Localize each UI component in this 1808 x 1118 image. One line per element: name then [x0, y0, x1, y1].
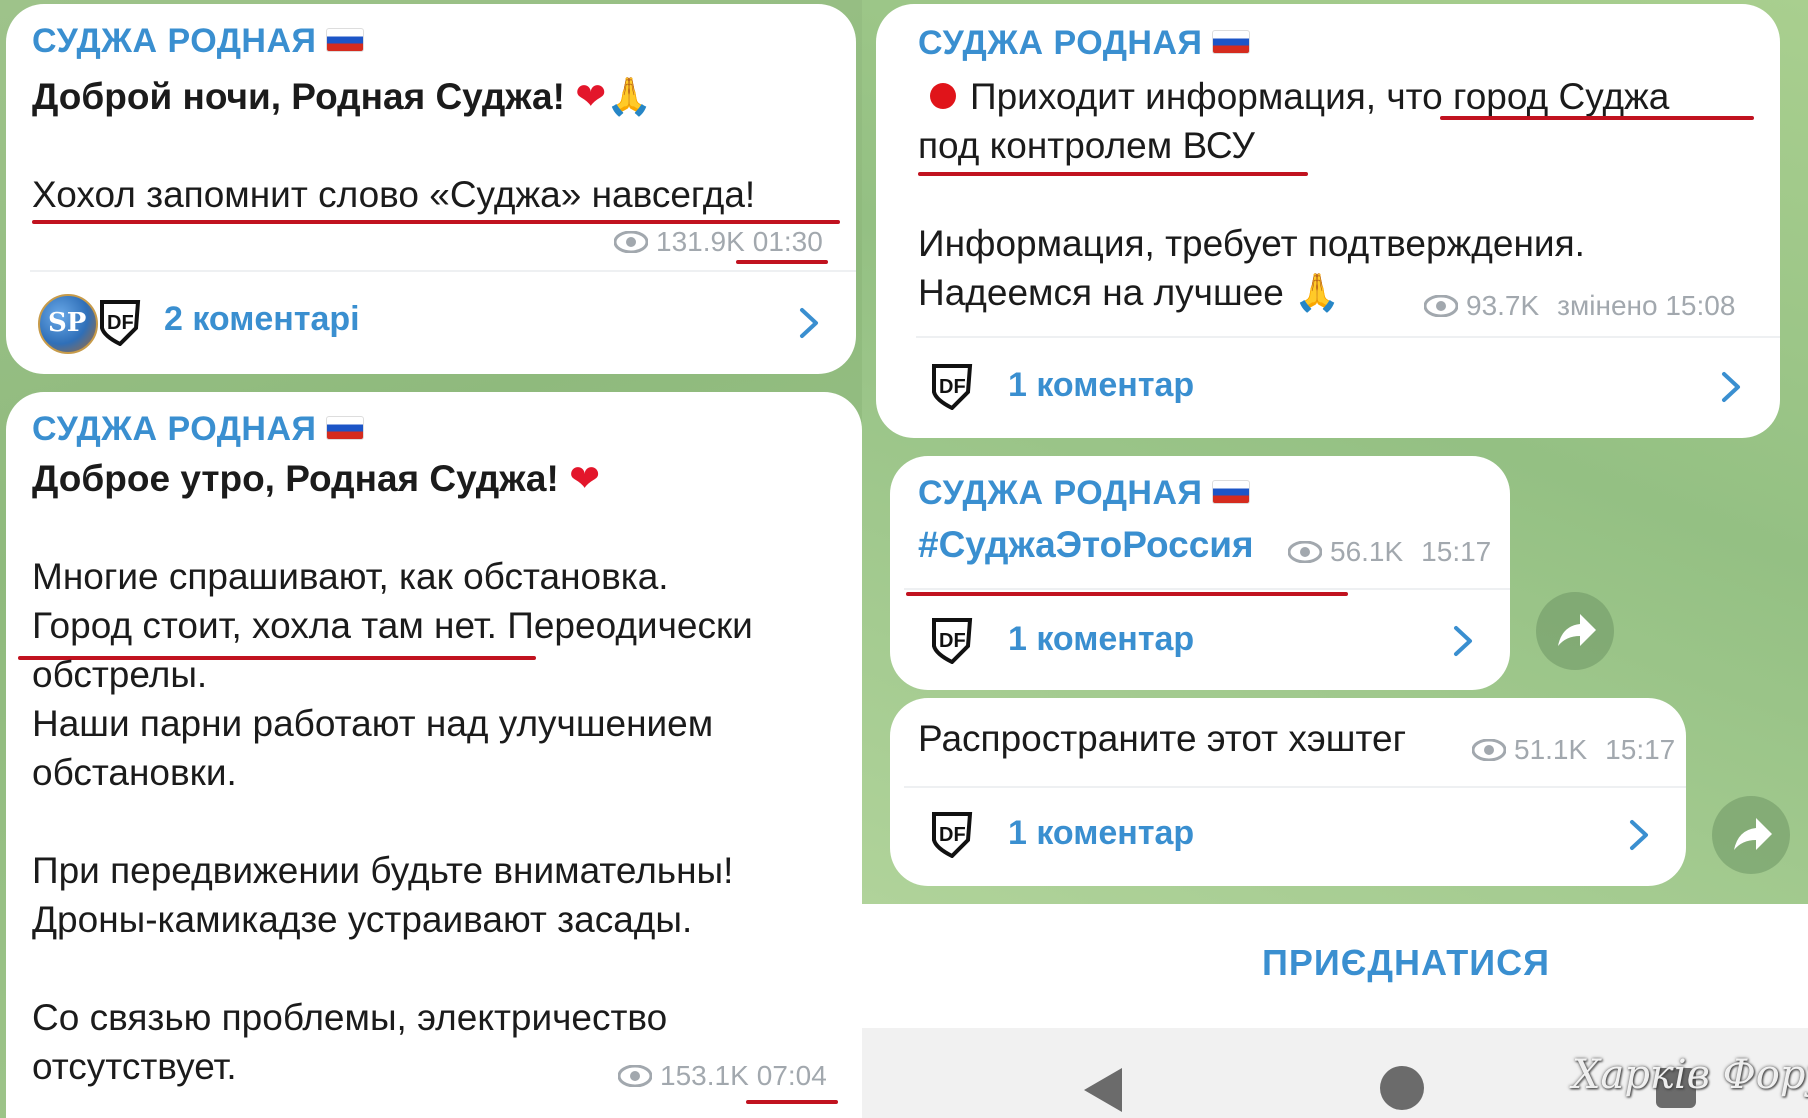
heart-emoji: ❤ — [569, 457, 601, 500]
message-line: При передвижении будьте внимательны! — [32, 850, 734, 891]
heart-emoji: ❤ — [575, 75, 607, 118]
message-text: Доброй ночи, Родная Суджа! ❤🙏 — [32, 75, 653, 118]
red-underline — [906, 592, 1348, 596]
eye-icon — [1424, 295, 1458, 317]
share-button[interactable] — [1536, 592, 1614, 670]
message-meta: 51.1K 15:17 — [1472, 734, 1675, 766]
back-icon[interactable] — [1084, 1068, 1122, 1112]
red-underline — [746, 1100, 838, 1104]
comments-link[interactable]: 2 коментарі — [164, 300, 360, 339]
pray-emoji: 🙏 — [606, 75, 653, 118]
comments-link[interactable]: 1 коментар — [1008, 366, 1194, 405]
message-text: Информация, требует подтверждения. — [918, 223, 1585, 264]
avatar: SP — [38, 294, 98, 354]
message-line: Многие спрашивают, как обстановка. — [32, 556, 669, 597]
message-bubble[interactable]: СУДЖА РОДНАЯ Доброе утро, Родная Суджа! … — [6, 392, 862, 1118]
channel-name[interactable]: СУДЖА РОДНАЯ — [32, 410, 365, 449]
message-bubble[interactable]: СУДЖА РОДНАЯ Доброй ночи, Родная Суджа! … — [6, 4, 856, 374]
message-time: змінено 15:08 — [1557, 290, 1736, 321]
svg-text:DF: DF — [107, 312, 134, 334]
message-line: Город стоит, хохла там нет. Переодически — [32, 605, 753, 646]
red-underline — [918, 172, 1308, 176]
home-icon[interactable] — [1380, 1066, 1424, 1110]
chevron-right-icon — [800, 308, 818, 338]
message-time: 01:30 — [752, 226, 823, 257]
flag-ru-icon — [1212, 30, 1251, 55]
message-meta: 56.1K 15:17 — [1288, 536, 1491, 568]
eye-icon — [614, 231, 648, 253]
message-text: под контролем ВСУ — [918, 125, 1255, 166]
message-text: Надеемся на лучшее 🙏 — [918, 271, 1341, 314]
chevron-right-icon — [1722, 372, 1740, 402]
message-meta: 131.9K 01:30 — [614, 226, 823, 258]
divider — [904, 786, 1686, 788]
view-count: 51.1K — [1514, 734, 1588, 765]
red-underline — [736, 260, 828, 264]
eye-icon — [618, 1065, 652, 1087]
chevron-right-icon — [1454, 626, 1472, 656]
red-underline — [1440, 116, 1754, 120]
channel-name[interactable]: СУДЖА РОДНАЯ — [918, 24, 1251, 63]
view-count: 93.7K — [1466, 290, 1540, 321]
message-meta: 93.7K змінено 15:08 — [1424, 290, 1735, 322]
eye-icon — [1288, 541, 1322, 563]
message-line: обстрелы. — [32, 654, 208, 695]
message-bubble[interactable]: Распространите этот хэштег 51.1K 15:17 D… — [890, 698, 1686, 886]
message-text: Доброе утро, Родная Суджа! ❤ — [32, 457, 601, 500]
share-button[interactable] — [1712, 796, 1790, 874]
chevron-right-icon — [1630, 820, 1648, 850]
message-time: 15:17 — [1605, 734, 1676, 765]
flag-ru-icon — [326, 416, 365, 441]
message-line: отсутствует. — [32, 1046, 237, 1087]
message-line: обстановки. — [32, 752, 237, 793]
message-text: Хохол запомнит слово «Суджа» навсегда! — [32, 174, 756, 215]
df-logo-icon: DF — [932, 618, 973, 664]
red-underline — [32, 220, 840, 224]
view-count: 56.1K — [1330, 536, 1404, 567]
df-logo-icon: DF — [932, 364, 973, 410]
message-bubble[interactable]: СУДЖА РОДНАЯ #СуджаЭтоРоссия 56.1K 15:17… — [890, 456, 1510, 690]
view-count: 131.9K — [656, 226, 745, 257]
share-icon — [1558, 614, 1596, 646]
flag-ru-icon — [1212, 480, 1251, 505]
message-time: 15:17 — [1421, 536, 1492, 567]
df-logo-icon: DF — [932, 812, 973, 858]
svg-text:DF: DF — [939, 630, 966, 652]
view-count: 153.1K — [660, 1060, 749, 1091]
message-bubble[interactable]: СУДЖА РОДНАЯ Приходит информация, что го… — [876, 4, 1780, 438]
message-line: Дроны-камикадзе устраивают засады. — [32, 899, 693, 940]
svg-text:DF: DF — [939, 824, 966, 846]
message-line: Наши парни работают над улучшением — [32, 703, 714, 744]
join-button[interactable]: ПРИЄДНАТИСЯ — [1262, 942, 1550, 984]
df-logo-icon: DF — [100, 300, 141, 346]
message-meta: 153.1K 07:04 — [618, 1060, 827, 1092]
message-time: 07:04 — [756, 1060, 827, 1091]
comments-link[interactable]: 1 коментар — [1008, 620, 1194, 659]
svg-text:DF: DF — [939, 376, 966, 398]
divider — [904, 588, 1510, 590]
message-text: Приходит информация, что город Суджа — [930, 72, 1669, 121]
pray-emoji: 🙏 — [1294, 271, 1341, 314]
watermark: Харків Форум — [1572, 1052, 1808, 1098]
eye-icon — [1472, 739, 1506, 761]
flag-ru-icon — [326, 28, 365, 53]
channel-name[interactable]: СУДЖА РОДНАЯ — [918, 474, 1251, 513]
hashtag-link[interactable]: #СуджаЭтоРоссия — [918, 520, 1254, 569]
divider — [916, 336, 1780, 338]
message-text: Распространите этот хэштег — [918, 718, 1407, 759]
red-circle-emoji — [930, 83, 956, 110]
message-line: Со связью проблемы, электричество — [32, 997, 668, 1038]
share-icon — [1734, 818, 1772, 850]
channel-name[interactable]: СУДЖА РОДНАЯ — [32, 22, 365, 61]
comments-link[interactable]: 1 коментар — [1008, 814, 1194, 853]
divider — [30, 270, 856, 272]
